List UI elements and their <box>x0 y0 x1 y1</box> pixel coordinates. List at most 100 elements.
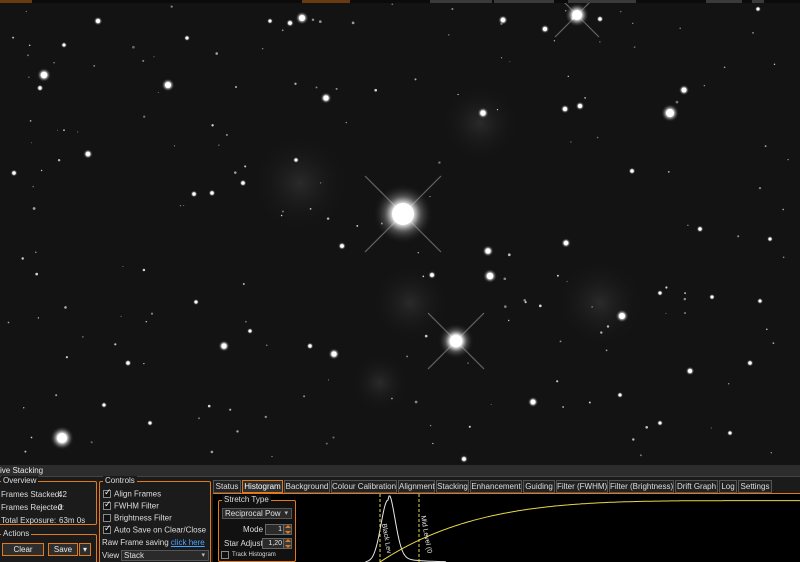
star <box>578 104 582 108</box>
mode-spinner[interactable]: 1 <box>265 524 292 535</box>
tab-alignment[interactable]: Alignment <box>398 480 435 493</box>
tab-filter-brightness[interactable]: Filter (Brightness) <box>609 480 674 493</box>
star <box>28 44 31 47</box>
raw-frame-link[interactable]: click here <box>171 538 205 547</box>
star <box>165 82 171 88</box>
star <box>234 171 237 174</box>
star <box>598 17 602 21</box>
checkbox-box[interactable] <box>103 524 112 534</box>
star <box>556 274 559 277</box>
star <box>261 47 264 50</box>
star <box>323 95 329 101</box>
star <box>210 450 214 454</box>
checkbox-box[interactable] <box>221 550 229 559</box>
star <box>710 427 712 429</box>
tab-colour-calibration[interactable]: Colour Calibration <box>331 480 397 493</box>
star <box>65 356 68 359</box>
clear-button[interactable]: Clear <box>2 543 44 556</box>
star <box>236 430 239 433</box>
tab-filter-fwhm[interactable]: Filter (FWHM) <box>556 480 608 493</box>
star <box>564 9 567 12</box>
star <box>450 335 462 347</box>
star <box>319 182 322 184</box>
star <box>658 421 662 425</box>
star <box>773 63 776 66</box>
tab-enhancement[interactable]: Enhancement <box>470 480 522 493</box>
star <box>543 27 547 31</box>
star <box>562 406 564 408</box>
tab-background[interactable]: Background <box>284 480 330 493</box>
star <box>599 41 601 43</box>
star <box>12 171 16 175</box>
star <box>28 76 30 78</box>
star <box>596 136 599 139</box>
star <box>500 22 503 26</box>
save-dropdown-button[interactable]: ▾ <box>79 543 91 556</box>
star <box>351 21 355 25</box>
checkbox-box[interactable] <box>103 513 111 522</box>
tab-histogram[interactable]: Histogram <box>242 480 283 493</box>
tab-stacking[interactable]: Stacking <box>436 480 469 493</box>
star <box>606 325 610 328</box>
spinner-arrows-icon[interactable] <box>283 525 291 534</box>
star-adjust-label: Star Adjust <box>224 539 263 548</box>
chevron-down-icon: ▾ <box>82 545 87 554</box>
star <box>600 331 603 334</box>
tab-status[interactable]: Status <box>213 480 241 493</box>
star <box>120 315 122 317</box>
stretch-type-title: Stretch Type <box>222 495 271 505</box>
star <box>271 456 273 458</box>
star <box>559 340 562 343</box>
star <box>430 273 434 277</box>
star <box>440 83 520 163</box>
star <box>280 214 283 217</box>
star <box>591 306 593 308</box>
checkbox-box[interactable] <box>103 488 112 498</box>
checkbox-box[interactable] <box>103 500 112 510</box>
star <box>723 66 726 69</box>
star <box>143 115 146 118</box>
star <box>422 275 425 278</box>
save-button[interactable]: Save <box>48 543 78 556</box>
star <box>332 436 335 439</box>
star <box>142 59 145 62</box>
star <box>211 124 214 127</box>
fwhm-filter-checkbox[interactable]: FWHM Filter <box>103 500 159 511</box>
tab-log[interactable]: Log <box>719 480 737 493</box>
star <box>667 171 670 173</box>
star <box>588 401 591 404</box>
star <box>688 369 692 373</box>
star <box>500 17 506 23</box>
star <box>150 312 154 315</box>
stacked-image-view[interactable] <box>0 3 800 465</box>
track-histogram-checkbox[interactable]: Track Histogram <box>221 550 276 559</box>
brightness-filter-checkbox[interactable]: Brightness Filter <box>103 513 172 523</box>
star <box>630 169 634 173</box>
tab-guiding[interactable]: Guiding <box>523 480 555 493</box>
star <box>765 328 768 331</box>
chevron-down-icon: ▾ <box>201 552 205 559</box>
checkbox-label: Brightness Filter <box>114 513 172 523</box>
tab-drift-graph[interactable]: Drift Graph <box>675 480 718 493</box>
star <box>380 222 383 225</box>
histogram-graph[interactable]: Black Lev Mid Level (0 <box>296 494 800 562</box>
tab-settings[interactable]: Settings <box>738 480 772 493</box>
actions-title: Actions <box>1 529 32 539</box>
align-frames-checkbox[interactable]: Align Frames <box>103 488 161 499</box>
auto-save-checkbox[interactable]: Auto Save on Clear/Close <box>103 524 206 535</box>
view-select[interactable]: Stack ▾ <box>121 550 209 561</box>
star <box>490 403 492 406</box>
overview-title: Overview <box>1 476 39 486</box>
star-adjust-spinner[interactable]: 1,20 <box>262 538 292 549</box>
star <box>675 100 679 104</box>
star <box>250 133 350 233</box>
star <box>153 56 155 58</box>
histogram-peak-curve <box>365 495 446 562</box>
stretch-type-select[interactable]: Reciprocal Pow ▾ <box>222 508 292 519</box>
mode-value: 1 <box>278 526 282 533</box>
star <box>728 383 730 385</box>
star <box>563 240 569 246</box>
star <box>335 87 338 90</box>
spinner-arrows-icon[interactable] <box>283 539 291 548</box>
star <box>264 415 267 419</box>
